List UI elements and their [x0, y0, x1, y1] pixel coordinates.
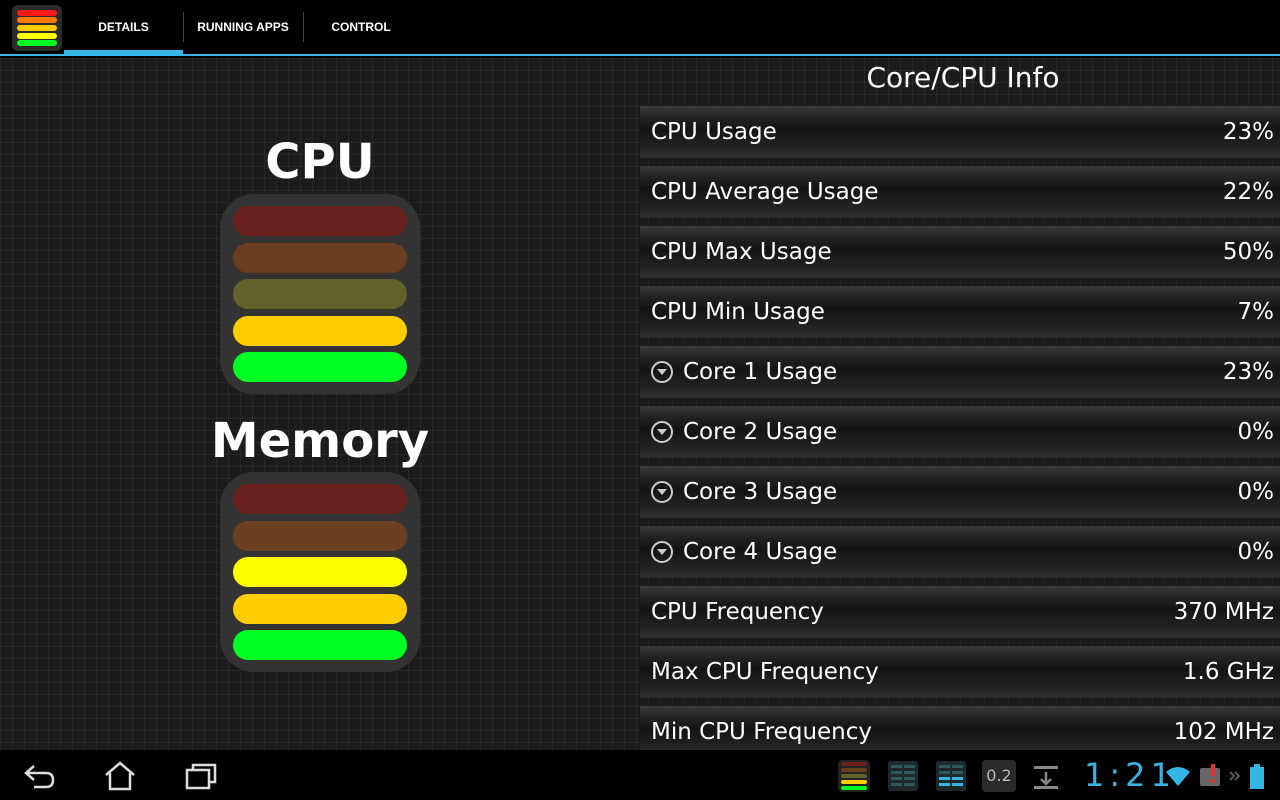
- info-row-label: CPU Average Usage: [651, 179, 879, 205]
- meter-bar: [233, 557, 407, 587]
- tab-details[interactable]: DETAILS: [64, 0, 183, 56]
- info-row-label: CPU Usage: [651, 119, 777, 145]
- tray-bar: [841, 786, 867, 790]
- logo-bar-red: [17, 9, 57, 16]
- meter-bar: [233, 484, 407, 514]
- info-row-label-group: CPU Max Usage: [651, 239, 832, 265]
- info-row-label: Core 3 Usage: [683, 479, 838, 505]
- info-row-label-group: Core 1 Usage: [651, 359, 837, 385]
- memory-meter: [220, 472, 420, 672]
- tab-control[interactable]: CONTROL: [303, 0, 419, 54]
- info-row[interactable]: Core 1 Usage 23%: [640, 346, 1280, 398]
- info-row-label-group: Max CPU Frequency: [651, 659, 879, 685]
- info-row-label: CPU Min Usage: [651, 299, 825, 325]
- tray-bar: [841, 780, 867, 784]
- info-row-label-group: Core 3 Usage: [651, 479, 837, 505]
- expand-chevron-icon[interactable]: [651, 481, 673, 503]
- expand-chevron-icon[interactable]: [651, 421, 673, 443]
- info-row-value: 23%: [1222, 359, 1274, 385]
- info-row-label-group: CPU Average Usage: [651, 179, 879, 205]
- info-row-label-group: CPU Min Usage: [651, 299, 825, 325]
- info-row[interactable]: Core 4 Usage 0%: [640, 526, 1280, 578]
- info-row-value: 0%: [1237, 539, 1275, 565]
- info-row: CPU Frequency 370 MHz: [640, 586, 1280, 638]
- back-icon[interactable]: [20, 760, 60, 792]
- info-row-label-group: CPU Frequency: [651, 599, 824, 625]
- tray-bar: [841, 762, 867, 766]
- info-row[interactable]: Core 2 Usage 0%: [640, 406, 1280, 458]
- info-row-value: 102 MHz: [1173, 719, 1274, 745]
- panel-title: Core/CPU Info: [866, 61, 1060, 94]
- download-icon[interactable]: [1030, 760, 1062, 792]
- cpu-meter-title: CPU: [265, 134, 375, 190]
- info-row: CPU Average Usage 22%: [640, 166, 1280, 218]
- system-bar: 0.2 1:21: [0, 750, 1280, 800]
- meter-bar: [233, 520, 407, 551]
- battery-icon: [1248, 760, 1266, 792]
- info-row: CPU Min Usage 7%: [640, 286, 1280, 338]
- logo-bar-orange: [17, 17, 57, 24]
- info-row-label: Core 1 Usage: [683, 359, 838, 385]
- info-row-value: 23%: [1222, 119, 1274, 145]
- wifi-icon: [1164, 760, 1192, 792]
- meter-bar: [233, 242, 407, 273]
- memory-meter-title: Memory: [210, 413, 430, 469]
- info-row-value: 0%: [1237, 479, 1275, 505]
- info-row-label: Max CPU Frequency: [651, 659, 879, 685]
- info-row-label: Min CPU Frequency: [651, 719, 873, 745]
- tray-bar: [841, 774, 867, 778]
- expand-chevron-icon[interactable]: [651, 361, 673, 383]
- logo-bar-yellow: [17, 32, 57, 39]
- info-row[interactable]: Core 3 Usage 0%: [640, 466, 1280, 518]
- details-content: CPU Memory Core/CPU Info CPU Usage 23% CPU…: [0, 58, 1280, 750]
- info-row: Max CPU Frequency 1.6 GHz: [640, 646, 1280, 698]
- info-row: CPU Usage 23%: [640, 106, 1280, 158]
- logo-bar-amber: [17, 24, 57, 31]
- memory-grid-active-icon[interactable]: [935, 760, 967, 792]
- info-row-value: 370 MHz: [1173, 599, 1274, 625]
- keyboard-icon: [1197, 760, 1225, 792]
- tray-bar: [841, 768, 867, 772]
- info-row-value: 50%: [1222, 239, 1274, 265]
- info-row: Min CPU Frequency 102 MHz: [640, 706, 1280, 750]
- info-row-label: CPU Frequency: [651, 599, 824, 625]
- meter-bar: [233, 593, 407, 624]
- info-row-label-group: CPU Usage: [651, 119, 777, 145]
- info-row-label: CPU Max Usage: [651, 239, 832, 265]
- home-icon[interactable]: [100, 760, 140, 792]
- app-logo-icon[interactable]: [12, 5, 62, 51]
- meter-bar: [233, 630, 407, 660]
- clock[interactable]: 1:21: [1084, 756, 1176, 794]
- info-row-label-group: Core 2 Usage: [651, 419, 837, 445]
- info-row-label: Core 2 Usage: [683, 419, 838, 445]
- expand-chevron-icon[interactable]: [651, 541, 673, 563]
- info-row: CPU Max Usage 50%: [640, 226, 1280, 278]
- info-row-value: 22%: [1222, 179, 1274, 205]
- logo-bar-green: [17, 40, 57, 47]
- info-list[interactable]: CPU Usage 23% CPU Average Usage 22% CPU Max …: [640, 106, 1280, 750]
- info-row-value: 1.6 GHz: [1182, 659, 1274, 685]
- load-average-badge[interactable]: 0.2: [982, 760, 1016, 792]
- info-row-value: 7%: [1237, 299, 1275, 325]
- cpu-meter-icon[interactable]: [838, 760, 870, 792]
- meter-bar: [233, 279, 407, 309]
- info-row-value: 0%: [1237, 419, 1275, 445]
- info-row-label-group: Core 4 Usage: [651, 539, 837, 565]
- tab-bar: DETAILS RUNNING APPS CONTROL: [64, 0, 419, 56]
- info-row-label-group: Min CPU Frequency: [651, 719, 872, 745]
- overflow-chevron-icon: [1228, 760, 1242, 792]
- action-bar: DETAILS RUNNING APPS CONTROL: [0, 0, 1280, 56]
- tab-running-apps[interactable]: RUNNING APPS: [183, 0, 303, 54]
- meter-bar: [233, 206, 407, 236]
- recent-apps-icon[interactable]: [181, 760, 221, 792]
- memory-grid-icon[interactable]: [887, 760, 919, 792]
- info-row-label: Core 4 Usage: [683, 539, 838, 565]
- meter-bar: [233, 352, 407, 382]
- cpu-meter: [220, 194, 420, 394]
- meter-bar: [233, 315, 407, 346]
